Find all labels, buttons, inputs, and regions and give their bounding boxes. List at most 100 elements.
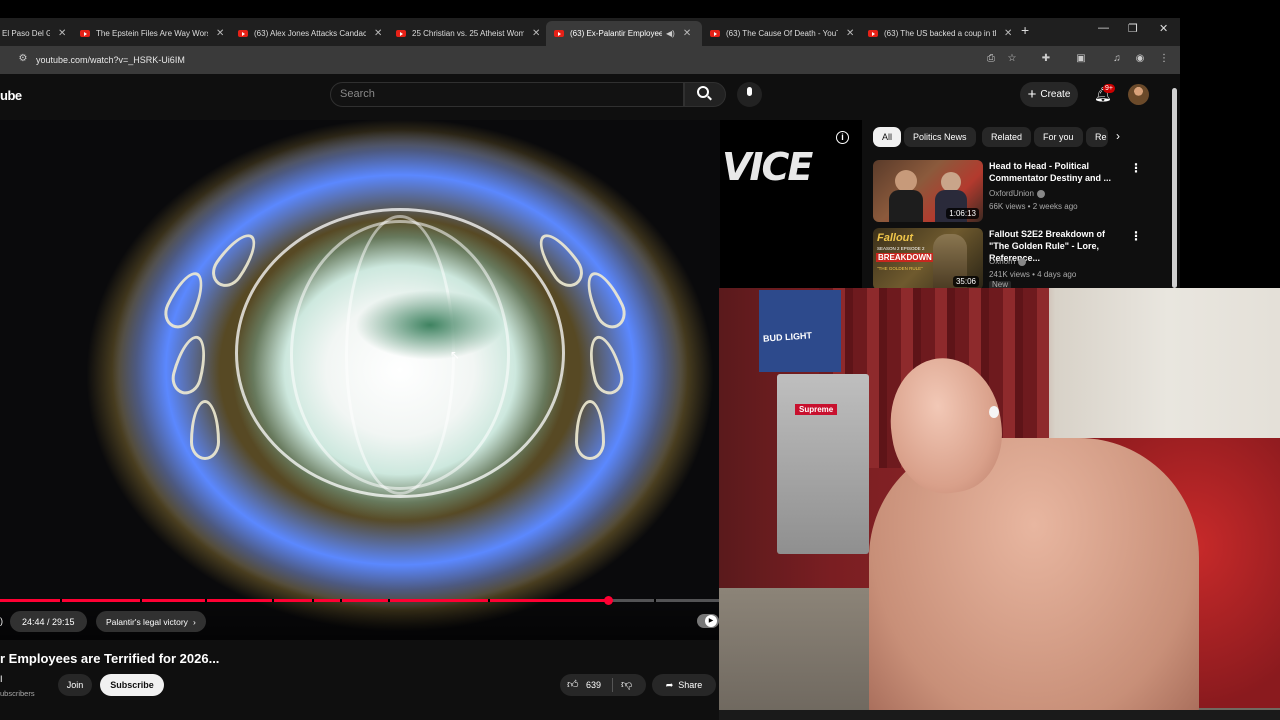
subscribe-button[interactable]: Subscribe — [100, 674, 164, 696]
more-options-icon[interactable]: ⋮ — [1130, 229, 1142, 243]
chapter-marker — [654, 599, 656, 602]
desk-edge — [719, 710, 1280, 720]
tab-christian-atheist[interactable]: 25 Christian vs. 25 Atheist Wom ✕ — [388, 21, 548, 46]
microphone-icon — [747, 87, 752, 96]
chip-partial[interactable]: Re — [1086, 127, 1108, 147]
duration-badge: 1:06:13 — [946, 208, 979, 219]
youtube-logo[interactable]: ube — [0, 88, 22, 103]
volume-icon[interactable]: ) — [0, 616, 3, 626]
profile-icon[interactable]: ◉ — [1133, 53, 1147, 64]
video-thumbnail[interactable]: 1:06:13 — [873, 160, 983, 222]
chip-all[interactable]: All — [873, 127, 902, 147]
thumbs-up-icon[interactable]: 👍︎ — [567, 678, 579, 691]
chevron-right-icon: › — [192, 616, 196, 627]
maximize-icon[interactable]: ❐ — [1128, 22, 1138, 35]
tab-title: The Epstein Files Are Way Wors — [96, 29, 208, 38]
tab-close-icon[interactable]: ✕ — [846, 28, 854, 39]
laurel-leaf — [578, 266, 632, 334]
chip-related[interactable]: Related — [982, 127, 1032, 147]
channel-name[interactable]: I — [0, 674, 3, 684]
recommendation-channel[interactable]: OxfordUnion — [989, 189, 1045, 198]
media-control-icon[interactable]: ♫ — [1110, 53, 1124, 64]
recommendation-meta: 241K views • 4 days ago — [989, 270, 1077, 279]
search-icon — [697, 86, 709, 98]
browser-menu-icon[interactable]: ⋮ — [1157, 53, 1171, 64]
chip-politics-news[interactable]: Politics News — [904, 127, 976, 147]
time-display: 24:44 / 29:15 — [10, 611, 87, 632]
tab-alex-jones[interactable]: (63) Alex Jones Attacks Candac ✕ — [230, 21, 390, 46]
tab-close-icon[interactable]: ✕ — [1004, 28, 1012, 39]
vice-watermark: VICE — [722, 145, 813, 189]
tab-close-icon[interactable]: ✕ — [683, 28, 691, 39]
chapter-marker — [312, 599, 314, 602]
join-button[interactable]: Join — [58, 674, 92, 696]
duration-badge: 35:06 — [952, 276, 979, 287]
scrollbar-thumb[interactable] — [1172, 88, 1177, 288]
video-title: r Employees are Terrified for 2026... — [0, 651, 220, 666]
youtube-favicon-icon — [868, 30, 878, 37]
thumbnail-person — [941, 172, 961, 192]
new-tab-button[interactable]: + — [1021, 22, 1029, 38]
search-placeholder: Search — [340, 88, 375, 100]
tab-title: (63) The US backed a coup in th — [884, 29, 996, 38]
url-field[interactable]: youtube.com/watch?v=_HSRK-Ui6IM — [36, 55, 185, 65]
tab-close-icon[interactable]: ✕ — [374, 28, 382, 39]
thumbnail-text: SEASON 2 EPISODE 2 — [877, 246, 925, 251]
site-settings-icon[interactable]: ⚙ — [16, 53, 30, 64]
tab-close-icon[interactable]: ✕ — [216, 28, 224, 39]
tab-title: (63) Ex-Palantir Employees — [570, 29, 662, 38]
thumbs-down-icon[interactable]: 👎︎ — [621, 678, 632, 691]
window-close-icon[interactable]: ✕ — [1159, 22, 1168, 35]
more-options-icon[interactable]: ⋮ — [1130, 161, 1142, 175]
thumbnail-person — [889, 190, 923, 222]
sticker: Supreme — [795, 404, 838, 415]
create-button[interactable]: + Create — [1020, 82, 1078, 107]
laurel-leaf — [158, 266, 212, 334]
notification-badge: 9+ — [1103, 84, 1115, 93]
avatar[interactable] — [1128, 84, 1149, 105]
tab-title: (63) The Cause Of Death - YouT — [726, 29, 838, 38]
create-label: Create — [1040, 89, 1071, 100]
earbud — [989, 406, 999, 418]
chapter-marker — [60, 599, 62, 602]
install-app-icon[interactable]: ⎙ — [984, 53, 998, 64]
chapter-marker — [140, 599, 142, 602]
video-frame[interactable] — [0, 120, 720, 640]
plus-icon: + — [1027, 86, 1037, 103]
recommendation-channel[interactable]: Oxhorn — [989, 257, 1027, 266]
chapter-button[interactable]: Palantir's legal victory › — [96, 611, 206, 632]
tab-close-icon[interactable]: ✕ — [58, 28, 66, 39]
tab-cause-of-death[interactable]: (63) The Cause Of Death - YouT ✕ — [702, 21, 862, 46]
chevron-right-icon[interactable]: › — [1116, 129, 1120, 143]
progress-fill — [0, 599, 609, 602]
video-thumbnail[interactable]: Fallout SEASON 2 EPISODE 2 BREAKDOWN "TH… — [873, 228, 983, 290]
bookmark-star-icon[interactable]: ☆ — [1005, 53, 1019, 64]
autoplay-toggle[interactable] — [697, 614, 719, 628]
like-divider — [612, 678, 613, 692]
tab-epstein-files[interactable]: The Epstein Files Are Way Wors ✕ — [72, 21, 232, 46]
chapter-title: Palantir's legal victory — [106, 616, 188, 627]
speaker-icon[interactable]: ◀) — [666, 29, 675, 38]
subscriber-count: ubscribers — [0, 689, 35, 698]
chip-for-you[interactable]: For you — [1034, 127, 1083, 147]
extensions-icon[interactable]: ✚ — [1039, 53, 1053, 64]
tab-el-paso[interactable]: El Paso Del Gi ✕ — [0, 21, 74, 46]
search-input[interactable] — [330, 82, 684, 107]
recommendation-title[interactable]: Head to Head - Political Commentator Des… — [989, 160, 1127, 184]
minimize-icon[interactable]: — — [1098, 22, 1109, 34]
mini-fridge: Supreme — [777, 374, 869, 554]
verified-icon — [1036, 189, 1045, 198]
tab-ex-palantir[interactable]: (63) Ex-Palantir Employees ◀) ✕ — [546, 21, 702, 46]
share-button[interactable]: ➦ Share — [652, 674, 716, 696]
chapter-marker — [488, 599, 490, 602]
youtube-favicon-icon — [710, 30, 720, 37]
info-icon[interactable]: i — [836, 131, 849, 144]
thumbnail-text: BREAKDOWN — [876, 253, 934, 262]
verified-icon — [1018, 257, 1027, 266]
tab-close-icon[interactable]: ✕ — [532, 28, 540, 39]
split-view-icon[interactable]: ▣ — [1074, 53, 1088, 64]
tab-us-coup[interactable]: (63) The US backed a coup in th ✕ — [860, 21, 1020, 46]
chapter-marker — [272, 599, 274, 602]
recommendation-meta: 66K views • 2 weeks ago — [989, 202, 1078, 211]
thumbnail-person — [895, 170, 917, 192]
